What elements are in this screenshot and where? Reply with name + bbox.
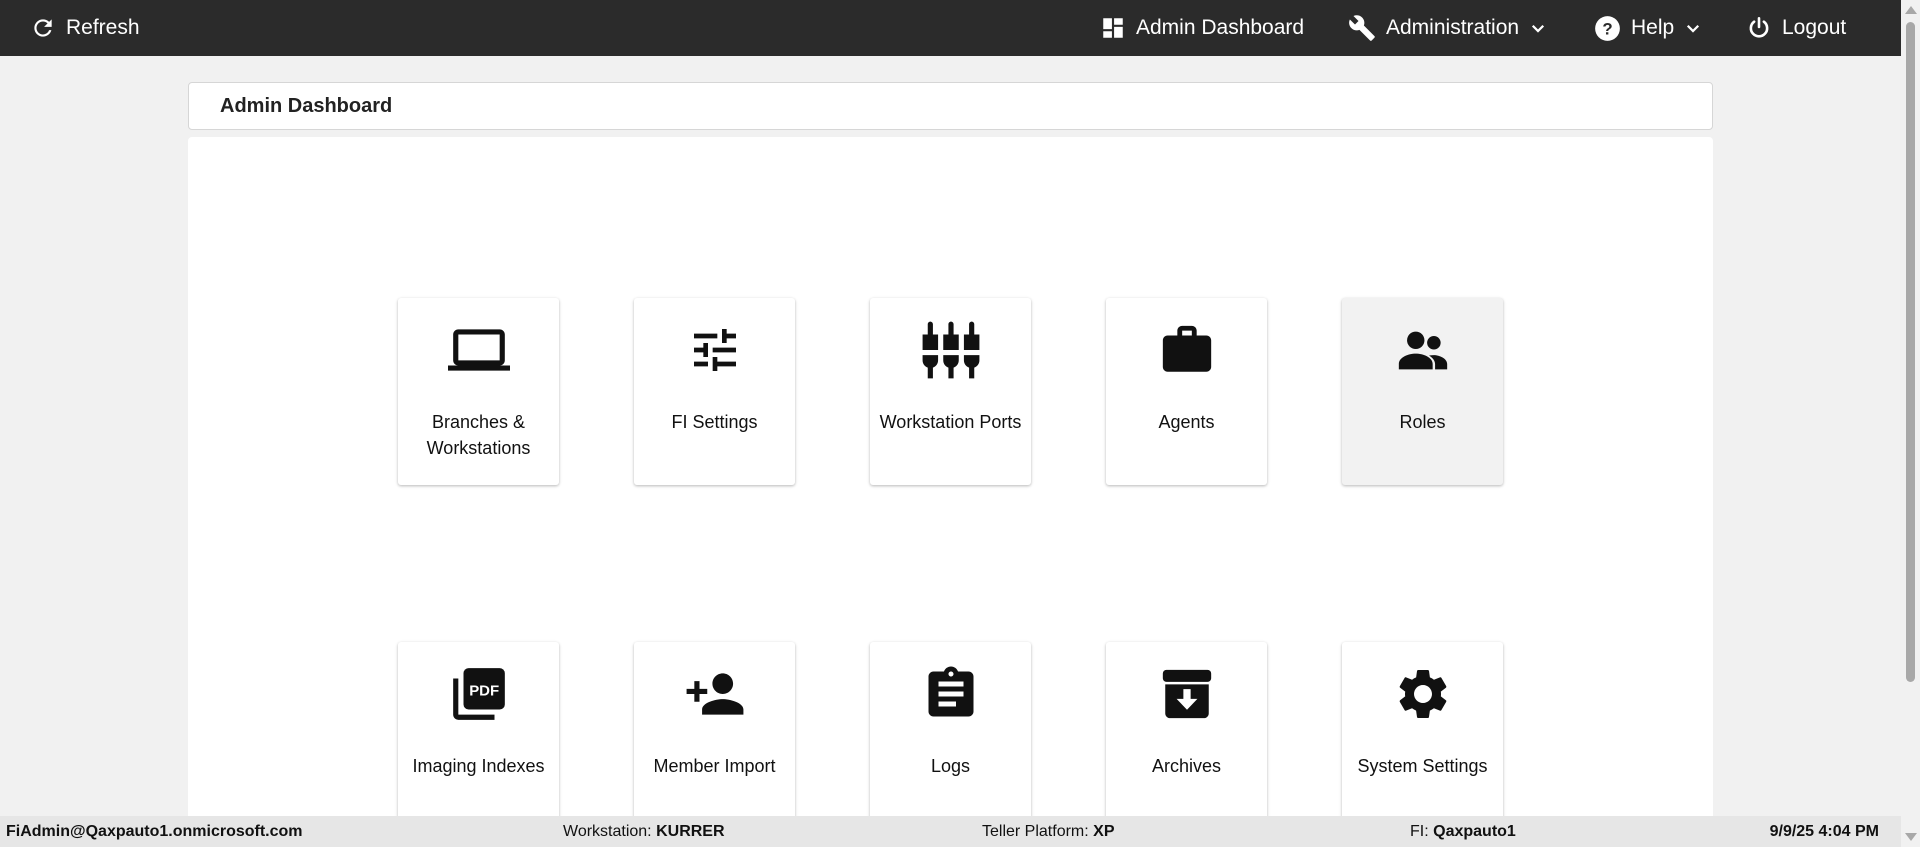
tile-fi-settings[interactable]: FI Settings (634, 298, 795, 485)
tile-imaging-indexes[interactable]: PDF Imaging Indexes (398, 642, 559, 829)
tile-logs[interactable]: Logs (870, 642, 1031, 829)
scroll-down-arrow-icon[interactable] (1905, 833, 1917, 841)
dashboard-icon (1100, 15, 1126, 41)
tile-label: Archives (1151, 756, 1222, 776)
tile-label: Logs (930, 756, 971, 776)
tile-system-settings[interactable]: System Settings (1342, 642, 1503, 829)
status-workstation-label: Workstation: (563, 822, 652, 840)
archive-icon (1155, 662, 1219, 726)
svg-text:PDF: PDF (469, 683, 499, 700)
status-teller-platform-label: Teller Platform: (982, 822, 1089, 840)
status-user: FiAdmin@Qaxpauto1.onmicrosoft.com (6, 822, 303, 840)
status-workstation-value: KURRER (656, 822, 725, 840)
tile-member-import[interactable]: Member Import (634, 642, 795, 829)
status-bar: FiAdmin@Qaxpauto1.onmicrosoft.com Workst… (0, 816, 1901, 847)
help-label: Help (1631, 16, 1675, 39)
picture-as-pdf-icon: PDF (447, 662, 511, 726)
people-icon (1391, 318, 1455, 382)
status-teller-platform-value: XP (1093, 822, 1115, 840)
logout-button[interactable]: Logout (1746, 0, 1846, 56)
help-icon: ? (1594, 15, 1621, 42)
gear-icon (1391, 662, 1455, 726)
status-fi-value: Qaxpauto1 (1433, 822, 1516, 840)
top-nav-bar: Refresh Admin Dashboard Administration ?… (0, 0, 1901, 56)
admin-dashboard-label: Admin Dashboard (1136, 16, 1305, 39)
page-header-card: Admin Dashboard (188, 82, 1713, 130)
svg-text:?: ? (1602, 19, 1612, 38)
wrench-icon (1348, 14, 1376, 42)
assignment-icon (919, 662, 983, 726)
scroll-up-arrow-icon[interactable] (1905, 6, 1917, 14)
refresh-button[interactable]: Refresh (30, 0, 140, 56)
status-fi-label: FI: (1410, 822, 1429, 840)
briefcase-icon (1155, 318, 1219, 382)
laptop-icon (447, 318, 511, 382)
tile-label: Roles (1399, 412, 1446, 432)
tune-icon (683, 318, 747, 382)
help-menu[interactable]: ? Help (1594, 0, 1702, 56)
scrollbar-thumb[interactable] (1906, 22, 1915, 682)
administration-menu[interactable]: Administration (1348, 0, 1547, 56)
tile-label: Agents (1158, 412, 1215, 432)
settings-input-component-icon (919, 318, 983, 382)
tile-archives[interactable]: Archives (1106, 642, 1267, 829)
refresh-label: Refresh (66, 16, 140, 39)
tile-label: Branches & Workstations (426, 412, 531, 458)
tile-label: Member Import (653, 756, 776, 776)
refresh-icon (30, 15, 56, 41)
status-fi: FI: Qaxpauto1 (1410, 816, 1516, 847)
logout-label: Logout (1782, 16, 1847, 39)
status-datetime: 9/9/25 4:04 PM (1769, 822, 1879, 840)
tile-label: System Settings (1357, 756, 1488, 776)
power-icon (1746, 15, 1772, 41)
tile-roles[interactable]: Roles (1342, 298, 1503, 485)
chevron-down-icon (1529, 19, 1547, 37)
tile-agents[interactable]: Agents (1106, 298, 1267, 485)
page-title: Admin Dashboard (220, 94, 393, 117)
tile-label: Imaging Indexes (412, 756, 545, 776)
status-workstation: Workstation: KURRER (563, 816, 725, 847)
tile-label: Workstation Ports (879, 412, 1022, 432)
dashboard-panel: Branches & Workstations FI Settings Work… (188, 137, 1713, 847)
person-add-icon (683, 662, 747, 726)
administration-label: Administration (1386, 16, 1520, 39)
status-teller-platform: Teller Platform: XP (982, 816, 1115, 847)
page-scrollbar[interactable] (1901, 0, 1920, 847)
tile-branches-workstations[interactable]: Branches & Workstations (398, 298, 559, 485)
chevron-down-icon (1684, 19, 1702, 37)
admin-dashboard-link[interactable]: Admin Dashboard (1100, 0, 1304, 56)
tile-workstation-ports[interactable]: Workstation Ports (870, 298, 1031, 485)
tile-label: FI Settings (671, 412, 758, 432)
